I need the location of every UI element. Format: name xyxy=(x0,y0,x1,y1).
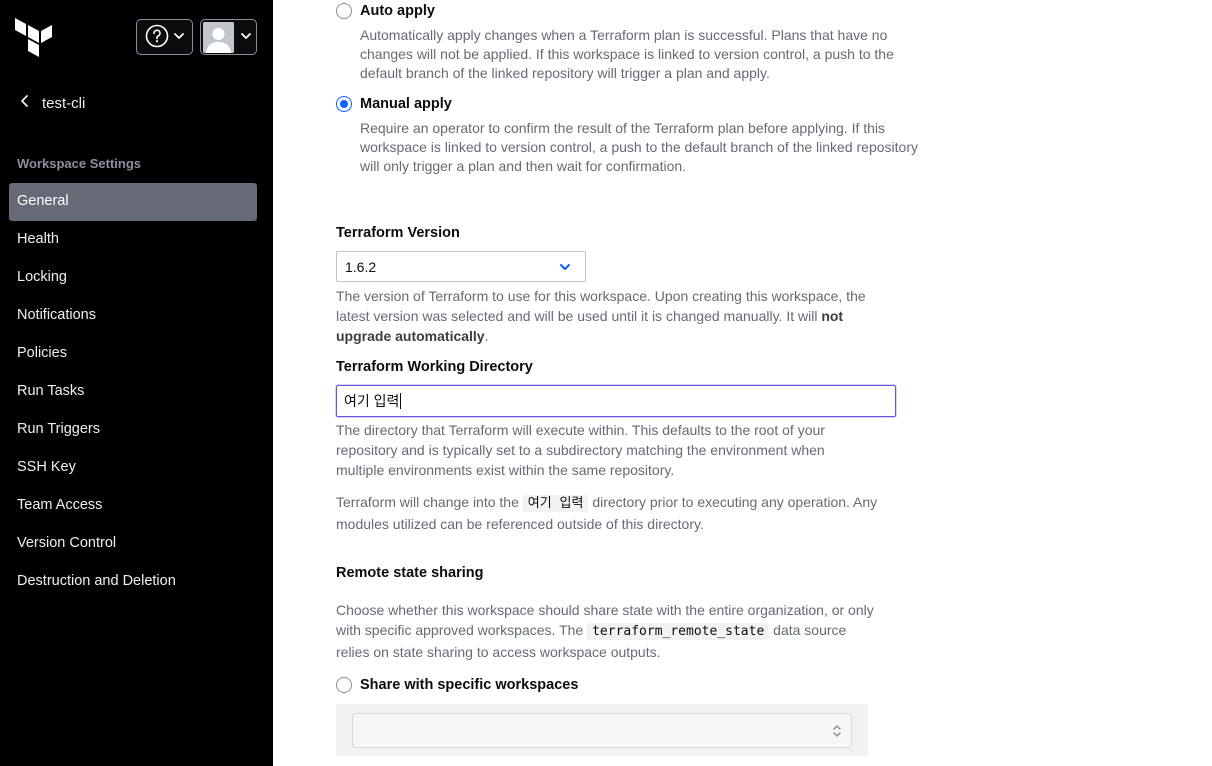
working-directory-help: The directory that Terraform will execut… xyxy=(336,422,825,478)
sidebar-item-destruction-and-deletion[interactable]: Destruction and Deletion xyxy=(9,563,257,601)
auto-apply-option[interactable]: Auto apply xyxy=(336,3,435,19)
manual-apply-description: Require an operator to confirm the resul… xyxy=(360,120,918,174)
sidebar: test-cli Workspace Settings General Heal… xyxy=(0,0,273,766)
remote-state-heading: Remote state sharing xyxy=(336,565,484,581)
manual-apply-option[interactable]: Manual apply xyxy=(336,96,452,112)
terraform-version-label: Terraform Version xyxy=(336,225,460,241)
sidebar-section-label: Workspace Settings xyxy=(17,156,142,171)
sidebar-item-locking[interactable]: Locking xyxy=(9,259,257,297)
workspace-picker-select[interactable] xyxy=(352,713,852,748)
sidebar-item-ssh-key[interactable]: SSH Key xyxy=(9,449,257,487)
select-chevron-icon xyxy=(559,259,571,275)
avatar-icon xyxy=(203,21,234,53)
working-directory-note-text: Terraform will change into the xyxy=(336,494,523,510)
sidebar-item-run-triggers[interactable]: Run Triggers xyxy=(9,411,257,449)
back-to-workspace-link[interactable]: test-cli xyxy=(20,94,85,112)
terraform-logo-icon[interactable] xyxy=(15,18,53,58)
sidebar-item-team-access[interactable]: Team Access xyxy=(9,487,257,525)
working-directory-note: Terraform will change into the 여기 입력 dir… xyxy=(336,492,881,534)
auto-apply-label: Auto apply xyxy=(360,3,435,19)
chevron-down-icon xyxy=(240,29,252,45)
terraform-version-select[interactable]: 1.6.2 xyxy=(336,251,586,282)
working-directory-input[interactable]: 여기 입력 xyxy=(336,385,896,417)
working-directory-code: 여기 입력 xyxy=(522,495,589,512)
sidebar-item-health[interactable]: Health xyxy=(9,221,257,259)
back-link-label: test-cli xyxy=(42,94,86,112)
remote-state-code: terraform_remote_state xyxy=(587,623,770,640)
terraform-version-value: 1.6.2 xyxy=(345,258,377,275)
auto-apply-radio[interactable] xyxy=(336,3,352,19)
chevron-down-icon xyxy=(173,29,185,45)
working-directory-value: 여기 입력 xyxy=(344,393,400,409)
help-menu-button[interactable] xyxy=(136,19,193,55)
sidebar-item-general[interactable]: General xyxy=(9,183,257,221)
terraform-version-help: The version of Terraform to use for this… xyxy=(336,286,901,346)
sidebar-item-policies[interactable]: Policies xyxy=(9,335,257,373)
sidebar-nav: General Health Locking Notifications Pol… xyxy=(9,183,257,601)
manual-apply-radio[interactable] xyxy=(336,96,352,112)
share-specific-label: Share with specific workspaces xyxy=(360,677,579,693)
terraform-version-help-text: The version of Terraform to use for this… xyxy=(336,288,866,324)
chevron-left-icon xyxy=(20,94,30,112)
terraform-version-help-suffix: . xyxy=(484,328,489,344)
help-icon xyxy=(145,24,169,51)
remote-state-help: Choose whether this workspace should sha… xyxy=(336,600,876,662)
share-specific-radio[interactable] xyxy=(336,677,352,693)
working-directory-label: Terraform Working Directory xyxy=(336,359,533,375)
workspace-picker-panel xyxy=(336,704,868,756)
sidebar-item-run-tasks[interactable]: Run Tasks xyxy=(9,373,257,411)
sidebar-item-version-control[interactable]: Version Control xyxy=(9,525,257,563)
sidebar-item-notifications[interactable]: Notifications xyxy=(9,297,257,335)
auto-apply-description: Automatically apply changes when a Terra… xyxy=(360,27,894,81)
updown-icon xyxy=(832,723,842,742)
text-cursor xyxy=(400,393,402,409)
user-menu-button[interactable] xyxy=(200,19,257,55)
share-specific-option[interactable]: Share with specific workspaces xyxy=(336,677,578,693)
manual-apply-label: Manual apply xyxy=(360,96,452,112)
